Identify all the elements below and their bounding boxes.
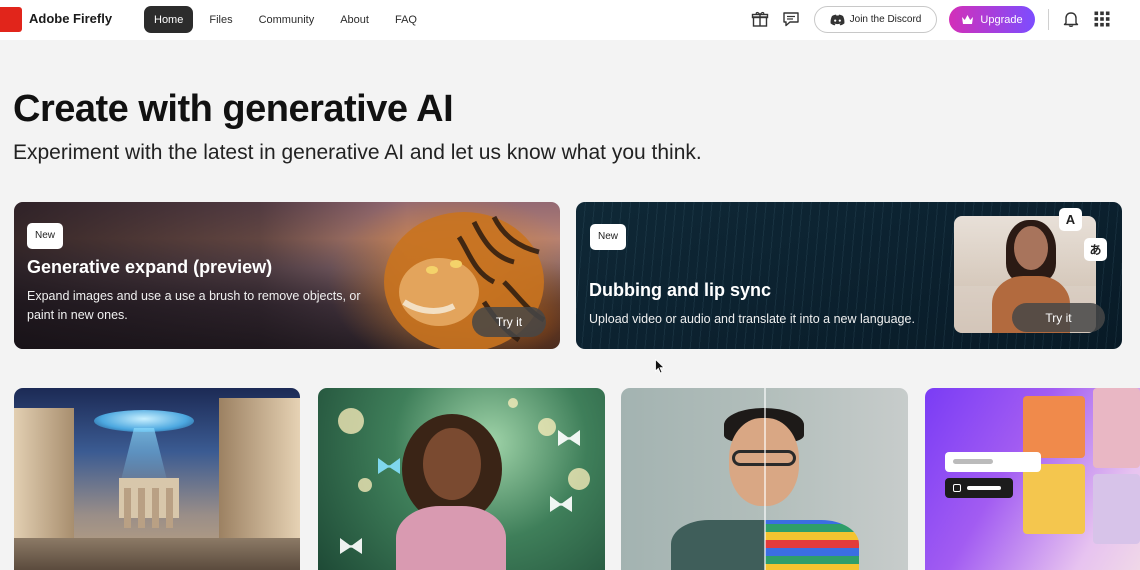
mock-dark-button: [945, 478, 1013, 498]
tile-girl-butterflies-image[interactable]: [318, 388, 605, 570]
page-subtitle: Experiment with the latest in generative…: [13, 141, 702, 164]
tile-design-mockup-image[interactable]: [925, 388, 1140, 570]
page-title: Create with generative AI: [13, 88, 454, 130]
top-navigation-bar: Adobe Firefly Home Files Community About…: [0, 0, 1140, 40]
upgrade-button[interactable]: Upgrade: [949, 6, 1035, 33]
discord-label: Join the Discord: [849, 14, 922, 25]
upgrade-label: Upgrade: [980, 13, 1023, 26]
language-chip-japanese: あ: [1084, 238, 1107, 261]
feature-card-generative-expand[interactable]: New Generative expand (preview) Expand i…: [14, 202, 560, 349]
nav-files[interactable]: Files: [199, 6, 242, 33]
apps-grid-icon[interactable]: [1093, 10, 1111, 28]
mouse-cursor-icon: [655, 359, 665, 374]
feature-title: Generative expand (preview): [27, 257, 273, 277]
main-nav: Home Files Community About FAQ: [144, 6, 433, 33]
nav-about[interactable]: About: [330, 6, 379, 33]
butterfly-icon: [558, 430, 580, 446]
comparison-divider: [764, 388, 766, 570]
new-badge: New: [27, 223, 64, 249]
butterfly-icon: [378, 458, 400, 474]
nav-faq[interactable]: FAQ: [385, 6, 427, 33]
try-it-button[interactable]: Try it: [1012, 303, 1105, 332]
butterfly-icon: [340, 538, 362, 554]
butterfly-icon: [550, 496, 572, 512]
join-discord-button[interactable]: Join the Discord: [814, 6, 937, 33]
tile-ufo-temple-image[interactable]: [14, 388, 300, 570]
gift-icon[interactable]: [751, 10, 769, 28]
feature-card-content: New Generative expand (preview) Expand i…: [14, 202, 560, 349]
mock-input-field: [945, 452, 1041, 472]
brand-name[interactable]: Adobe Firefly: [29, 11, 112, 26]
header-divider: [1048, 9, 1049, 30]
feedback-icon[interactable]: [782, 10, 800, 28]
discord-icon: [830, 14, 845, 25]
nav-community[interactable]: Community: [249, 6, 325, 33]
tile-portrait-comparison-image[interactable]: [621, 388, 908, 570]
feature-card-dubbing-lip-sync[interactable]: New Dubbing and lip sync Upload video or…: [576, 202, 1122, 349]
feature-card-content: New Dubbing and lip sync Upload video or…: [576, 202, 1122, 349]
feature-description: Expand images and use a use a brush to r…: [27, 289, 361, 322]
feature-title: Dubbing and lip sync: [589, 280, 772, 300]
nav-home[interactable]: Home: [144, 6, 194, 33]
adobe-logo-icon[interactable]: [0, 7, 22, 32]
language-chip-latin: A: [1059, 208, 1082, 231]
try-it-button[interactable]: Try it: [472, 307, 546, 337]
crown-icon: [962, 15, 974, 24]
new-badge: New: [590, 224, 627, 250]
bell-icon[interactable]: [1062, 10, 1080, 28]
feature-description: Upload video or audio and translate it i…: [589, 312, 915, 326]
